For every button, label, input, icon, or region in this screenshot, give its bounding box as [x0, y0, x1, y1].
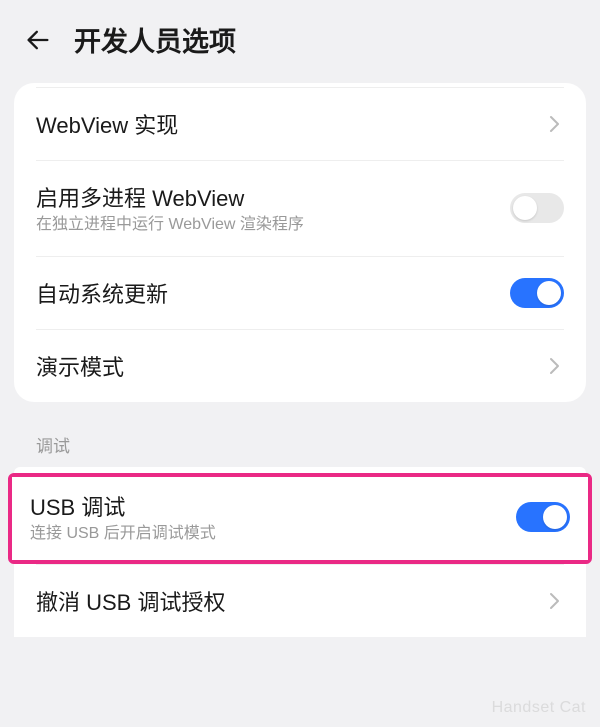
watermark: Handset Cat	[492, 699, 586, 717]
row-label: WebView 实现	[36, 108, 534, 140]
section-header-debug: 调试	[0, 402, 600, 467]
page-title: 开发人员选项	[74, 20, 236, 59]
row-multi-process-webview[interactable]: 启用多进程 WebView 在独立进程中运行 WebView 渲染程序	[14, 161, 586, 256]
row-auto-system-update[interactable]: 自动系统更新	[14, 257, 586, 329]
toggle-usb-debug[interactable]	[516, 502, 570, 532]
toggle-auto-system-update[interactable]	[510, 278, 564, 308]
row-label: 撤消 USB 调试授权	[36, 585, 534, 617]
row-webview-implementation[interactable]: WebView 实现	[14, 88, 586, 160]
toggle-multi-process-webview[interactable]	[510, 193, 564, 223]
row-sub: 在独立进程中运行 WebView 渲染程序	[36, 215, 498, 236]
chevron-right-icon	[546, 115, 564, 133]
row-label: 启用多进程 WebView	[36, 181, 498, 213]
chevron-right-icon	[546, 357, 564, 375]
highlight-usb-debug: USB 调试 连接 USB 后开启调试模式	[8, 473, 592, 564]
back-icon[interactable]	[24, 26, 52, 54]
row-label: USB 调试	[30, 490, 504, 522]
row-label: 演示模式	[36, 350, 534, 382]
row-revoke-usb-auth[interactable]: 撤消 USB 调试授权	[14, 565, 586, 637]
row-sub: 连接 USB 后开启调试模式	[30, 524, 504, 545]
row-label: 自动系统更新	[36, 277, 498, 309]
row-usb-debug[interactable]: USB 调试 连接 USB 后开启调试模式	[12, 477, 588, 560]
chevron-right-icon	[546, 592, 564, 610]
settings-card-1: WebView 实现 启用多进程 WebView 在独立进程中运行 WebVie…	[14, 83, 586, 402]
row-demo-mode[interactable]: 演示模式	[14, 330, 586, 402]
